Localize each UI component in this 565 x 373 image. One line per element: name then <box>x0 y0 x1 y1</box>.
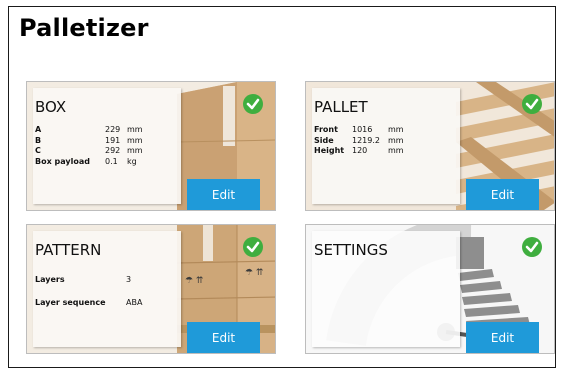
box-prop-payload: Box payload 0.1 kg <box>35 157 143 168</box>
prop-unit: mm <box>127 146 143 155</box>
check-circle-icon <box>243 237 263 257</box>
pallet-prop-height: Height 120 mm <box>314 146 404 157</box>
box-properties: A 229 mm B 191 mm C 292 mm Box payload 0… <box>35 125 143 167</box>
prop-value: ABA <box>126 298 143 307</box>
box-prop-c: C 292 mm <box>35 146 143 157</box>
prop-unit: mm <box>127 135 143 145</box>
pattern-card-title: PATTERN <box>35 241 102 259</box>
prop-unit: mm <box>388 135 404 145</box>
prop-label: Layers <box>35 275 65 284</box>
prop-label: Side <box>314 135 334 145</box>
box-prop-b: B 191 mm <box>35 136 143 147</box>
prop-label: Height <box>314 146 345 155</box>
pattern-card[interactable]: ☂ ⇈ ☂ ⇈ PATTERN Layers 3 Layer sequence … <box>26 224 276 354</box>
box-card[interactable]: ☂ ⇈ BOX A 229 mm B 191 mm C 292 mm Box p… <box>26 81 276 211</box>
prop-value: 292 <box>105 146 121 155</box>
prop-unit: mm <box>388 125 404 134</box>
check-circle-icon <box>522 237 542 257</box>
settings-card-title: SETTINGS <box>314 241 388 259</box>
pattern-prop-layer-sequence: Layer sequence ABA <box>35 291 142 314</box>
prop-label: Layer sequence <box>35 298 106 307</box>
box-edit-button[interactable]: Edit <box>187 179 260 210</box>
prop-value: 120 <box>352 146 368 155</box>
pallet-card[interactable]: PALLET Front 1016 mm Side 1219.2 mm Heig… <box>305 81 555 211</box>
check-circle-icon <box>522 94 542 114</box>
prop-unit: mm <box>388 146 404 155</box>
box-card-title: BOX <box>35 98 67 116</box>
prop-label: C <box>35 146 41 155</box>
pallet-card-title: PALLET <box>314 98 368 116</box>
svg-text:☂ ⇈: ☂ ⇈ <box>245 268 264 278</box>
settings-card[interactable]: SETTINGS Edit <box>305 224 555 354</box>
prop-value: 3 <box>126 275 132 284</box>
prop-value: 1016 <box>352 125 373 134</box>
prop-label: A <box>35 125 42 134</box>
prop-value: 229 <box>105 125 121 134</box>
prop-unit: kg <box>127 156 137 166</box>
page-title: Palletizer <box>19 14 149 42</box>
svg-text:☂ ⇈: ☂ ⇈ <box>185 276 204 286</box>
prop-value: 1219.2 <box>352 135 380 145</box>
box-prop-a: A 229 mm <box>35 125 143 136</box>
prop-value: 0.1 <box>105 156 118 166</box>
prop-label: B <box>35 135 42 145</box>
pallet-prop-side: Side 1219.2 mm <box>314 136 404 147</box>
check-circle-icon <box>243 94 263 114</box>
prop-value: 191 <box>105 135 121 145</box>
pallet-edit-button[interactable]: Edit <box>466 179 539 210</box>
pallet-properties: Front 1016 mm Side 1219.2 mm Height 120 … <box>314 125 404 157</box>
pattern-edit-button[interactable]: Edit <box>187 322 260 353</box>
settings-edit-button[interactable]: Edit <box>466 322 539 353</box>
prop-label: Front <box>314 125 338 134</box>
prop-unit: mm <box>127 125 143 134</box>
prop-label: Box payload <box>35 156 90 166</box>
pattern-prop-layers: Layers 3 <box>35 268 142 291</box>
palletizer-window: Palletizer ☂ ⇈ BOX A 229 mm B 191 mm <box>8 6 556 368</box>
pallet-prop-front: Front 1016 mm <box>314 125 404 136</box>
pattern-properties: Layers 3 Layer sequence ABA <box>35 268 142 314</box>
